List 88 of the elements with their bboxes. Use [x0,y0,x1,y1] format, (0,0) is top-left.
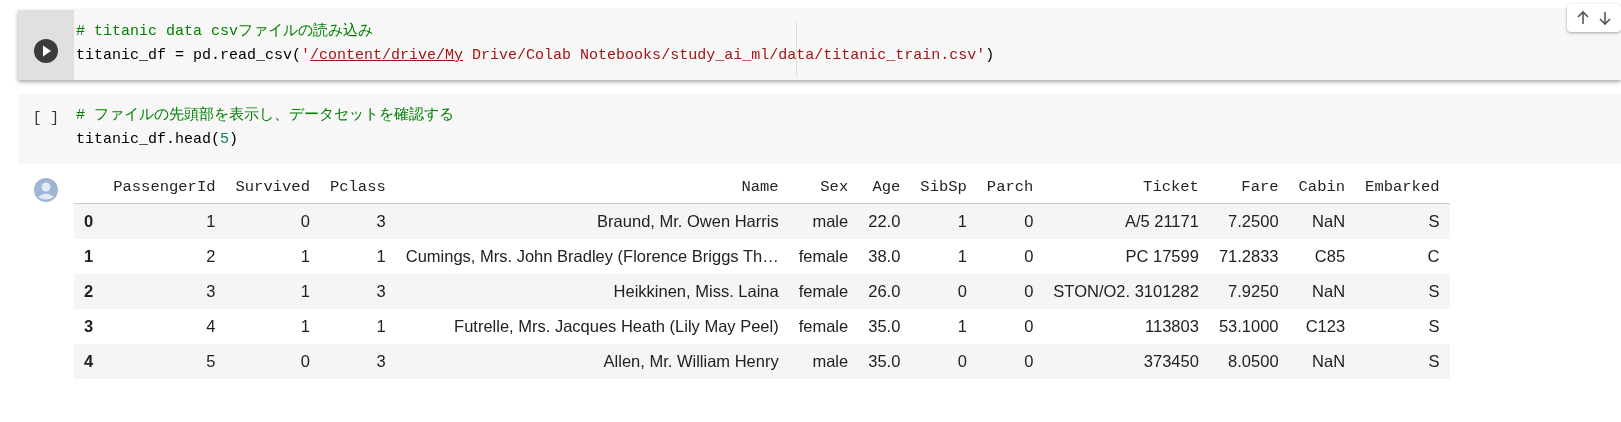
code-cell[interactable]: [ ] # ファイルの先頭部を表示し、データセットを確認する titanic_df.head(5) [18,94,1621,164]
table-cell: female [788,273,859,309]
table-cell: Cumings, Mrs. John Bradley (Florence Briggs Th… [395,238,789,274]
column-header: Survived [225,172,320,204]
column-header: Ticket [1043,172,1209,204]
table-cell: male [788,203,859,239]
code-line: titanic_df.head(5) [76,130,240,150]
table-cell: 0 [976,343,1044,379]
table-cell: 1 [225,308,320,344]
table-cell: 0 [225,343,320,379]
table-cell: Braund, Mr. Owen Harris [395,203,789,239]
table-cell: 3 [103,273,226,309]
row-index: 1 [74,238,104,274]
row-index: 2 [74,273,104,309]
column-header: Cabin [1288,172,1356,204]
column-header: Pclass [319,172,396,204]
table-cell: Heikkinen, Miss. Laina [395,273,789,309]
column-header: Sex [788,172,859,204]
table-cell: 26.0 [858,273,911,309]
table-cell: 1 [225,238,320,274]
table-cell: 53.1000 [1208,308,1289,344]
table-cell: 35.0 [858,343,911,379]
table-cell: 0 [976,273,1044,309]
table-cell: 0 [910,343,977,379]
table-cell: S [1355,273,1450,309]
column-header: SibSp [910,172,977,204]
table-cell: S [1355,203,1450,239]
table-cell: NaN [1288,273,1356,309]
table-cell: 3 [319,273,396,309]
table-cell: female [788,238,859,274]
table-cell: C123 [1288,308,1356,344]
code-line: # ファイルの先頭部を表示し、データセットを確認する [76,105,455,126]
table-cell: 1 [319,308,396,344]
table-cell: 1 [910,238,977,274]
table-cell: 1 [910,308,977,344]
column-header: PassengerId [103,172,226,204]
avatar-icon [34,178,58,202]
table-cell: 2 [103,238,226,274]
table-cell: A/5 21171 [1043,203,1209,239]
row-index: 4 [74,343,104,379]
table-cell: C85 [1288,238,1356,274]
table-cell: 22.0 [858,203,911,239]
table-cell: 113803 [1043,308,1209,344]
code-cell[interactable]: # titanic data csvファイルの読み込み titanic_df = pd.read_csv('/content/drive/My Drive/Colab Notebooks/study_ai_ml/data/titanic_train.csv') [18,10,1621,80]
table-cell: S [1355,343,1450,379]
table-cell: 0 [976,238,1044,274]
table-cell: NaN [1288,203,1356,239]
code-line: titanic_df = pd.read_csv('/content/drive/My Drive/Colab Notebooks/study_ai_ml/data/titanic_train.csv') [76,46,996,66]
table-cell: 0 [976,203,1044,239]
table-cell: Futrelle, Mrs. Jacques Heath (Lily May Peel) [395,308,789,344]
table-cell: STON/O2. 3101282 [1043,273,1209,309]
table-cell: 3 [319,203,396,239]
table-cell: 1 [103,203,226,239]
column-header: Parch [976,172,1044,204]
code-line: # titanic data csvファイルの読み込み [76,21,375,42]
table-cell: 7.2500 [1208,203,1289,239]
column-header: Embarked [1355,172,1450,204]
table-cell: 0 [910,273,977,309]
table-cell: PC 17599 [1043,238,1209,274]
column-header: Name [395,172,789,204]
move-down-button[interactable] [1597,10,1613,26]
table-cell: 71.2833 [1208,238,1289,274]
execution-count: [ ] [32,109,60,128]
table-cell: 3 [319,343,396,379]
move-up-button[interactable] [1575,10,1591,26]
row-index: 0 [74,203,104,239]
table-cell: C [1355,238,1450,274]
table-cell: Allen, Mr. William Henry [395,343,789,379]
play-icon [33,38,59,64]
table-cell: 35.0 [858,308,911,344]
column-header: Fare [1208,172,1289,204]
table-cell: 1 [319,238,396,274]
table-cell: 373450 [1043,343,1209,379]
table-cell: female [788,308,859,344]
column-header: Age [858,172,911,204]
table-cell: 38.0 [858,238,911,274]
table-cell: 1 [225,273,320,309]
table-cell: S [1355,308,1450,344]
table-cell: 5 [103,343,226,379]
table-cell: 0 [976,308,1044,344]
table-cell: 8.0500 [1208,343,1289,379]
table-cell: NaN [1288,343,1356,379]
table-cell: male [788,343,859,379]
table-cell: 1 [910,203,977,239]
table-cell: 4 [103,308,226,344]
table-cell: 0 [225,203,320,239]
row-index: 3 [74,308,104,344]
table-cell: 7.9250 [1208,273,1289,309]
